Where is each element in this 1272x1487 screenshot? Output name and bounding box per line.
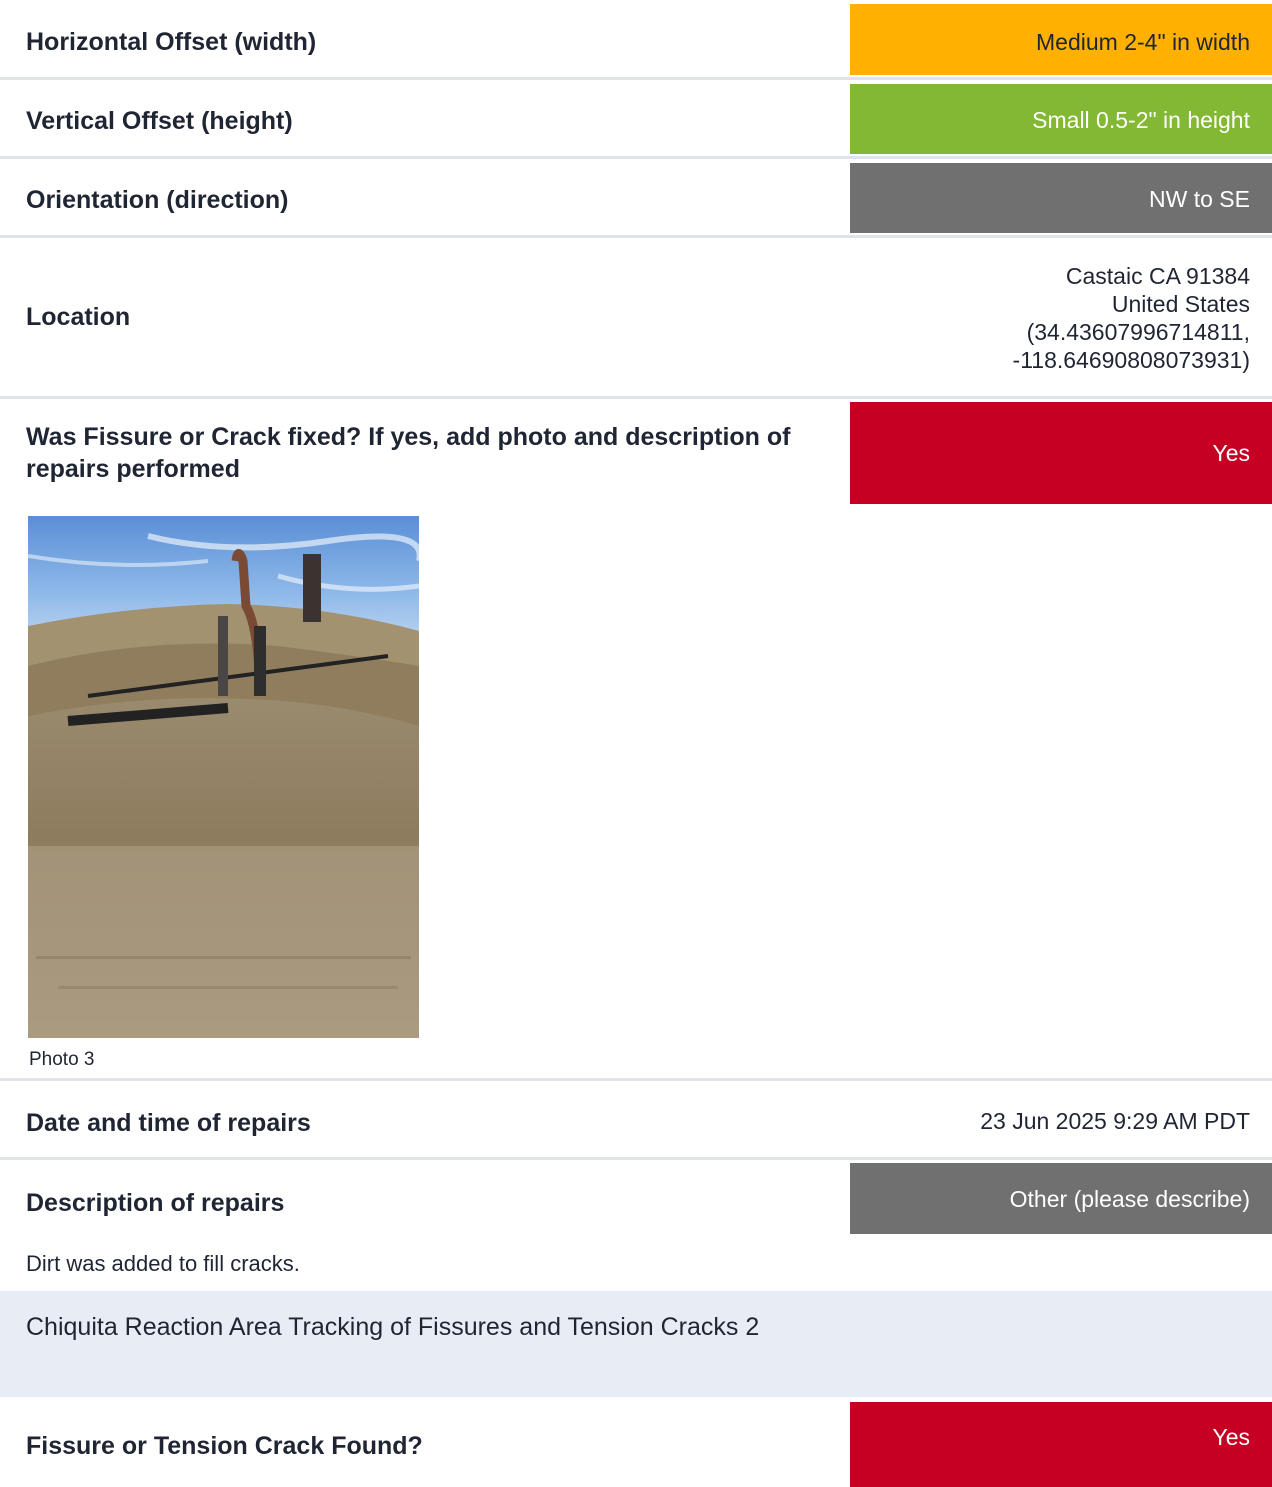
orientation-label: Orientation (direction)	[26, 186, 289, 214]
date-value: 23 Jun 2025 9:29 AM PDT	[980, 1108, 1250, 1134]
horizontal-offset-value: Medium 2-4" in width	[1036, 29, 1250, 55]
orientation-badge: NW to SE	[850, 163, 1272, 233]
row-location: Location Castaic CA 91384 United States …	[0, 238, 1272, 399]
section-header: Chiquita Reaction Area Tracking of Fissu…	[0, 1291, 1272, 1397]
location-line: -118.64690808073931)	[1012, 347, 1250, 373]
fixed-value: Yes	[1212, 439, 1250, 466]
repair-photo[interactable]	[27, 516, 423, 1038]
location-line: United States	[1111, 291, 1250, 317]
row-horizontal-offset: Horizontal Offset (width) Medium 2-4" in…	[0, 0, 1272, 80]
horizontal-offset-label: Horizontal Offset (width)	[26, 27, 317, 56]
date-label: Date and time of repairs	[26, 1109, 311, 1137]
location-line: (34.43607996714811,	[1026, 319, 1250, 345]
row-found: Fissure or Tension Crack Found? Yes	[0, 1397, 1272, 1487]
section-title: Chiquita Reaction Area Tracking of Fissu…	[26, 1313, 760, 1341]
location-line: Castaic CA 91384	[1065, 263, 1250, 289]
row-fixed: Was Fissure or Crack fixed? If yes, add …	[0, 399, 1272, 504]
fixed-label: Was Fissure or Crack fixed? If yes, add …	[26, 422, 791, 483]
description-label: Description of repairs	[26, 1188, 285, 1217]
row-orientation: Orientation (direction) NW to SE	[0, 159, 1272, 238]
row-description: Description of repairs Other (please des…	[0, 1160, 1272, 1237]
row-date: Date and time of repairs 23 Jun 2025 9:2…	[0, 1081, 1272, 1160]
horizontal-offset-badge: Medium 2-4" in width	[850, 4, 1272, 75]
orientation-value: NW to SE	[1149, 186, 1250, 212]
vertical-offset-label: Vertical Offset (height)	[26, 107, 293, 135]
vertical-offset-value: Small 0.5-2" in height	[1032, 107, 1250, 133]
photo-caption: Photo 3	[29, 1049, 95, 1070]
found-label: Fissure or Tension Crack Found?	[26, 1432, 423, 1460]
description-badge: Other (please describe)	[850, 1163, 1272, 1234]
description-text: Dirt was added to fill cracks.	[26, 1251, 300, 1276]
location-value: Castaic CA 91384 United States (34.43607…	[1013, 262, 1272, 374]
location-label: Location	[26, 303, 131, 331]
description-value: Other (please describe)	[1009, 1186, 1250, 1212]
found-badge: Yes	[850, 1402, 1272, 1487]
fixed-badge: Yes	[850, 402, 1272, 504]
found-value: Yes	[1212, 1424, 1250, 1450]
row-vertical-offset: Vertical Offset (height) Small 0.5-2" in…	[0, 80, 1272, 159]
vertical-offset-badge: Small 0.5-2" in height	[850, 84, 1272, 154]
photo-section: Photo 3	[0, 504, 1272, 1081]
